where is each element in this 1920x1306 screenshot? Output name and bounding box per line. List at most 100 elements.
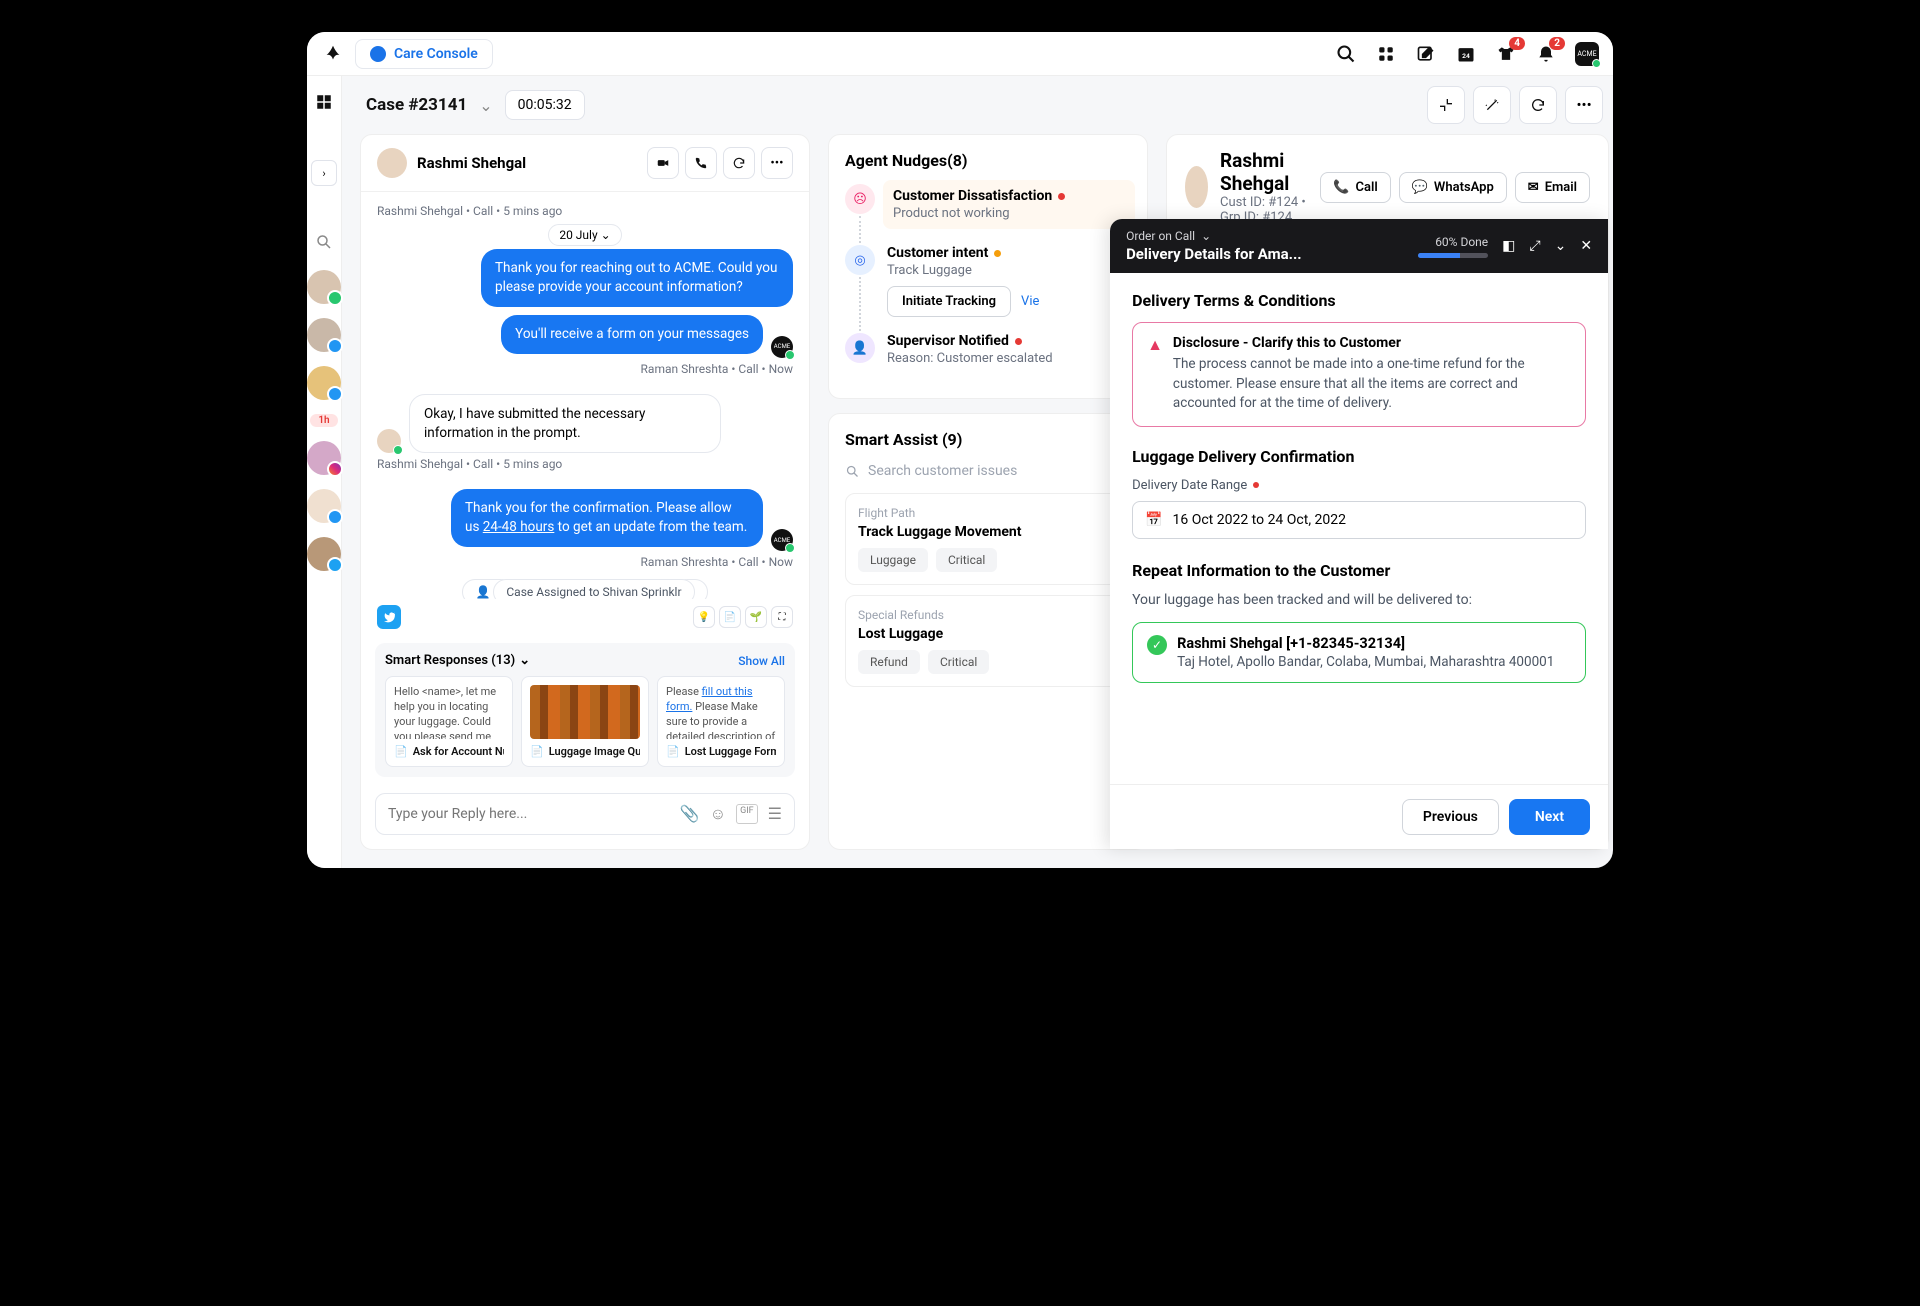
message-meta: Rashmi Shehgal • Call • 5 mins ago	[377, 457, 793, 471]
search-icon[interactable]	[1335, 43, 1357, 65]
collapse-icon[interactable]	[1427, 86, 1465, 124]
customer-name: Rashmi Shehgal	[1220, 149, 1308, 195]
progress-text: 60% Done	[1435, 235, 1488, 249]
smart-card[interactable]: Hello <name>, let me help you in locatin…	[385, 676, 513, 767]
topbar: Care Console 24 4 2 ACME	[307, 32, 1613, 76]
logo-icon	[321, 42, 345, 66]
sad-icon: ☹	[845, 184, 875, 214]
chevron-down-icon[interactable]: ⌄	[1555, 238, 1567, 254]
drawer-title: Delivery Details for Ama...	[1126, 245, 1418, 263]
call-button[interactable]: 📞 Call	[1320, 172, 1390, 203]
reply-box: 📎 ☺ GIF ☰	[375, 793, 795, 835]
bell-icon[interactable]: 2	[1535, 43, 1557, 65]
chevron-right-icon[interactable]: ›	[311, 160, 337, 186]
rail-avatar[interactable]	[307, 366, 341, 400]
view-link[interactable]: Vie	[1021, 294, 1039, 309]
target-icon: ◎	[845, 245, 875, 275]
smart-responses: Smart Responses (13)⌄Show All Hello <nam…	[375, 643, 795, 777]
left-rail: › 1h	[307, 76, 342, 868]
message-meta: Rashmi Shehgal • Call • 5 mins ago	[377, 204, 793, 218]
info-text: Your luggage has been tracked and will b…	[1132, 592, 1586, 608]
refresh-icon[interactable]	[1519, 86, 1557, 124]
leaf-icon[interactable]: 🌱	[745, 606, 767, 628]
message-out: Thank you for reaching out to ACME. Coul…	[481, 249, 793, 307]
attach-icon[interactable]: 📎	[680, 804, 700, 824]
close-icon[interactable]: ✕	[1580, 238, 1592, 254]
expand-icon[interactable]: ⤢	[1529, 238, 1540, 254]
nudge-title: Customer Dissatisfaction	[893, 188, 1052, 204]
apps-icon[interactable]	[1375, 43, 1397, 65]
rail-avatar[interactable]	[307, 537, 341, 571]
assist-title: Smart Assist (9)	[845, 430, 1131, 449]
next-button[interactable]: Next	[1509, 799, 1590, 835]
customer-name: Rashmi Shehgal	[417, 154, 526, 172]
side-drawer: Order on Call ⌄ Delivery Details for Ama.…	[1110, 219, 1608, 849]
assist-search[interactable]: Search customer issues	[845, 463, 1131, 479]
case-assigned-pill: 👤 Case Assigned to Shivan Sprinklr	[462, 579, 707, 599]
message-out: You'll receive a form on your messages	[501, 315, 763, 354]
more-icon[interactable]: •••	[761, 147, 793, 179]
note-icon[interactable]: 📄	[719, 606, 741, 628]
emoji-icon[interactable]: ☺	[710, 804, 726, 824]
section-heading: Luggage Delivery Confirmation	[1132, 447, 1586, 466]
rail-avatar[interactable]	[307, 441, 341, 475]
video-icon[interactable]	[647, 147, 679, 179]
expand-icon[interactable]: ⛶	[771, 606, 793, 628]
assist-item[interactable]: Flight Path Track Luggage Movement Lugga…	[845, 493, 1131, 585]
care-console-chip[interactable]: Care Console	[355, 39, 493, 69]
case-bar: Case #23141 ⌄ 00:05:32 •••	[342, 76, 1615, 134]
refresh-icon[interactable]	[723, 147, 755, 179]
search-icon[interactable]	[310, 228, 338, 256]
acme-avatar[interactable]: ACME	[1575, 42, 1599, 66]
more-icon[interactable]: •••	[1565, 86, 1603, 124]
phone-icon[interactable]	[685, 147, 717, 179]
nudge-sub: Track Luggage	[887, 263, 1131, 278]
whatsapp-button[interactable]: 💬 WhatsApp	[1399, 172, 1507, 203]
time-pill: 1h	[310, 414, 337, 427]
compose-icon[interactable]	[1415, 43, 1437, 65]
previous-button[interactable]: Previous	[1402, 799, 1499, 835]
date-range-field[interactable]: 📅16 Oct 2022 to 24 Oct, 2022	[1132, 501, 1586, 539]
success-box: ✓ Rashmi Shehgal [+1-82345-32134]Taj Hot…	[1132, 622, 1586, 683]
grid-icon[interactable]	[310, 88, 338, 116]
chevron-down-icon[interactable]: ⌄	[479, 96, 492, 115]
section-heading: Delivery Terms & Conditions	[1132, 291, 1586, 310]
bulb-icon[interactable]: 💡	[693, 606, 715, 628]
reply-input[interactable]	[388, 806, 680, 822]
breadcrumb[interactable]: Order on Call	[1126, 229, 1195, 243]
warning-box: ▲ Disclosure - Clarify this to CustomerT…	[1132, 322, 1586, 427]
rail-avatar[interactable]	[307, 318, 341, 352]
nudges-title: Agent Nudges(8)	[845, 151, 1131, 170]
calendar-icon: 📅	[1145, 512, 1162, 528]
rail-avatar[interactable]	[307, 270, 341, 304]
svg-text:24: 24	[1462, 52, 1470, 60]
avatar	[377, 148, 407, 178]
initiate-tracking-button[interactable]: Initiate Tracking	[887, 286, 1011, 317]
field-label: Delivery Date Range	[1132, 478, 1247, 493]
avatar	[377, 429, 401, 453]
assist-item[interactable]: Special Refunds Lost Luggage RefundCriti…	[845, 595, 1131, 687]
calendar-icon[interactable]: 24	[1455, 43, 1477, 65]
message-meta: Raman Shreshta • Call • Now	[377, 362, 793, 376]
nudge-sub: Reason: Customer escalated	[887, 351, 1131, 366]
columns-icon[interactable]: ◧	[1502, 238, 1515, 254]
check-icon: ✓	[1147, 635, 1167, 655]
tshirt-icon[interactable]: 4	[1495, 43, 1517, 65]
date-pill[interactable]: 20 July ⌄	[548, 224, 621, 246]
message-meta: Raman Shreshta • Call • Now	[377, 555, 793, 569]
smart-card[interactable]: 📄 Luggage Image Queryin...	[521, 676, 649, 767]
badge-count: 2	[1549, 37, 1565, 50]
show-all-link[interactable]: Show All	[738, 654, 785, 668]
message-out: Thank you for the confirmation. Please a…	[451, 489, 763, 547]
chevron-down-icon[interactable]: ⌄	[1201, 229, 1211, 243]
wand-icon[interactable]	[1473, 86, 1511, 124]
email-button[interactable]: ✉ Email	[1515, 172, 1590, 203]
rail-avatar[interactable]	[307, 489, 341, 523]
twitter-icon[interactable]	[377, 605, 401, 629]
customer-panel: Rashmi Shehgal Cust ID: #124 • Grp ID: #…	[1166, 134, 1609, 850]
smart-card[interactable]: Please fill out this form. Please Make s…	[657, 676, 785, 767]
agent-nudges-panel: Agent Nudges(8) ☹ Customer Dissatisfacti…	[828, 134, 1148, 399]
template-icon[interactable]: ☰	[768, 804, 782, 824]
gif-icon[interactable]: GIF	[736, 804, 758, 824]
time-link[interactable]: 24-48 hours	[483, 519, 555, 535]
